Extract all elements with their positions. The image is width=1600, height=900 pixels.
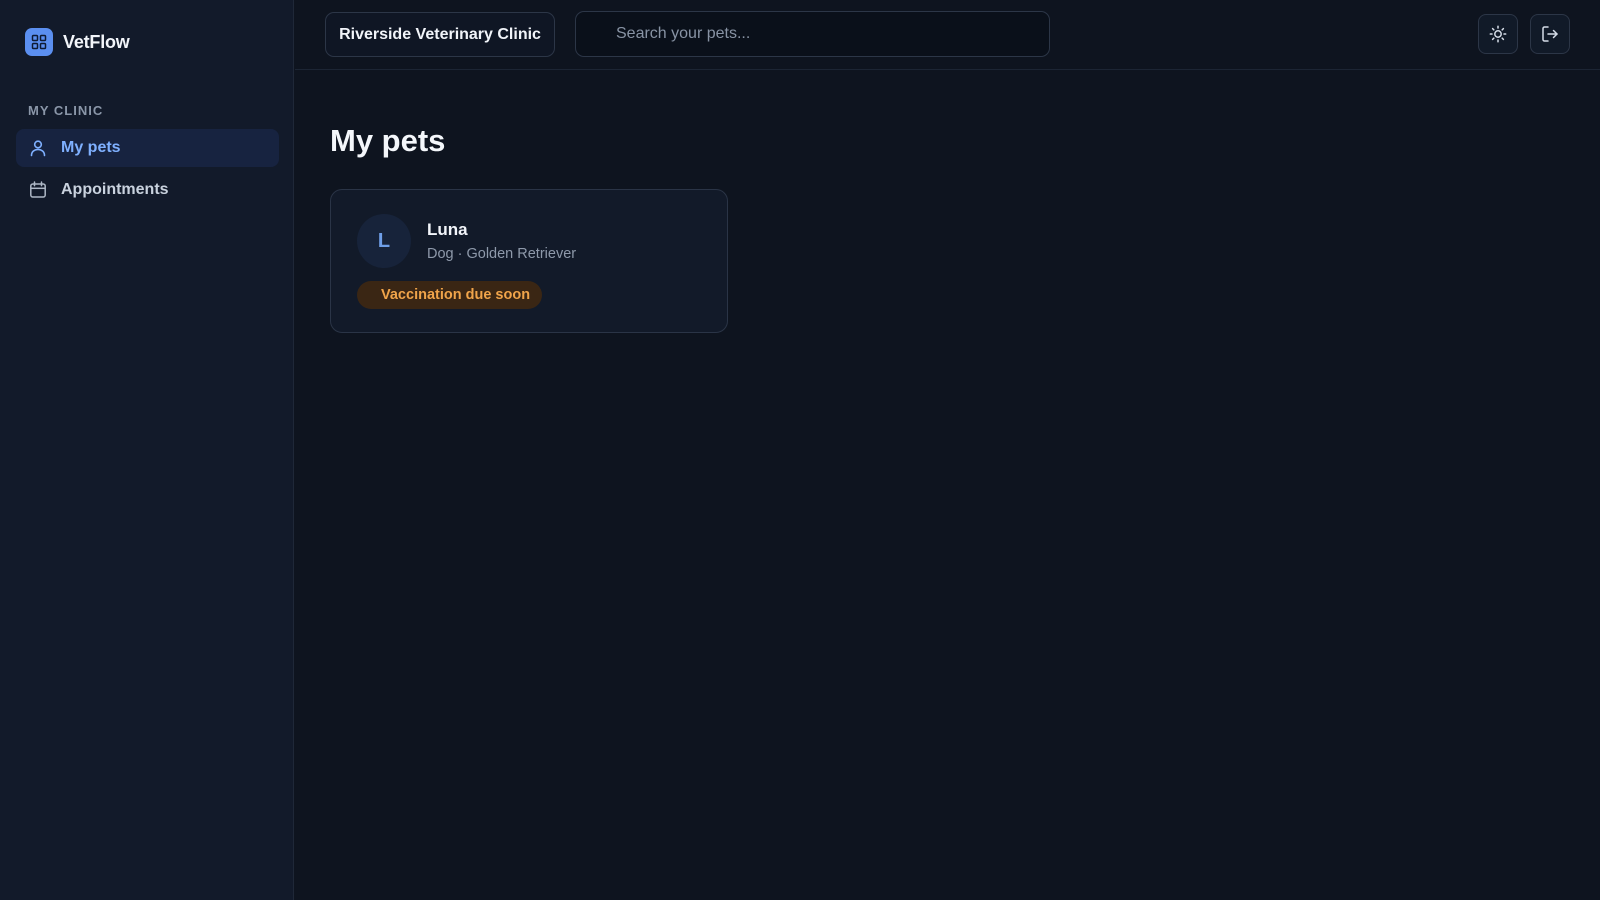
sidebar-section-label: MY CLINIC bbox=[28, 103, 104, 118]
theme-toggle-button[interactable] bbox=[1478, 14, 1518, 54]
logout-button[interactable] bbox=[1530, 14, 1570, 54]
logout-icon bbox=[1541, 25, 1559, 43]
pet-name: Luna bbox=[427, 220, 468, 239]
search-box[interactable] bbox=[575, 11, 1050, 57]
page-title: My pets bbox=[330, 123, 446, 158]
calendar-icon bbox=[28, 180, 48, 200]
search-input[interactable] bbox=[576, 12, 1049, 56]
sidebar-item-label: Appointments bbox=[61, 181, 169, 198]
user-icon bbox=[28, 138, 48, 158]
pet-card[interactable]: L Luna Dog · Golden Retriever Vaccinatio… bbox=[330, 189, 728, 333]
clinic-selector-button[interactable]: Riverside Veterinary Clinic bbox=[325, 12, 555, 57]
app-root: VetFlow MY CLINIC My pets Appointments R… bbox=[0, 0, 1600, 900]
app-name: VetFlow bbox=[63, 31, 130, 52]
brand[interactable]: VetFlow bbox=[25, 28, 130, 56]
sidebar: VetFlow MY CLINIC My pets Appointments bbox=[0, 0, 294, 900]
grid-logo-icon bbox=[25, 28, 53, 56]
sidebar-item-my-pets[interactable]: My pets bbox=[16, 129, 279, 167]
topbar: Riverside Veterinary Clinic bbox=[295, 0, 1600, 70]
vaccination-status-badge: Vaccination due soon bbox=[357, 281, 543, 309]
sidebar-item-label: My pets bbox=[61, 139, 121, 156]
sun-icon bbox=[1489, 25, 1507, 43]
pet-species-breed: Dog · Golden Retriever bbox=[427, 246, 577, 262]
pet-avatar: L bbox=[357, 214, 411, 268]
sidebar-item-appointments[interactable]: Appointments bbox=[16, 171, 279, 209]
